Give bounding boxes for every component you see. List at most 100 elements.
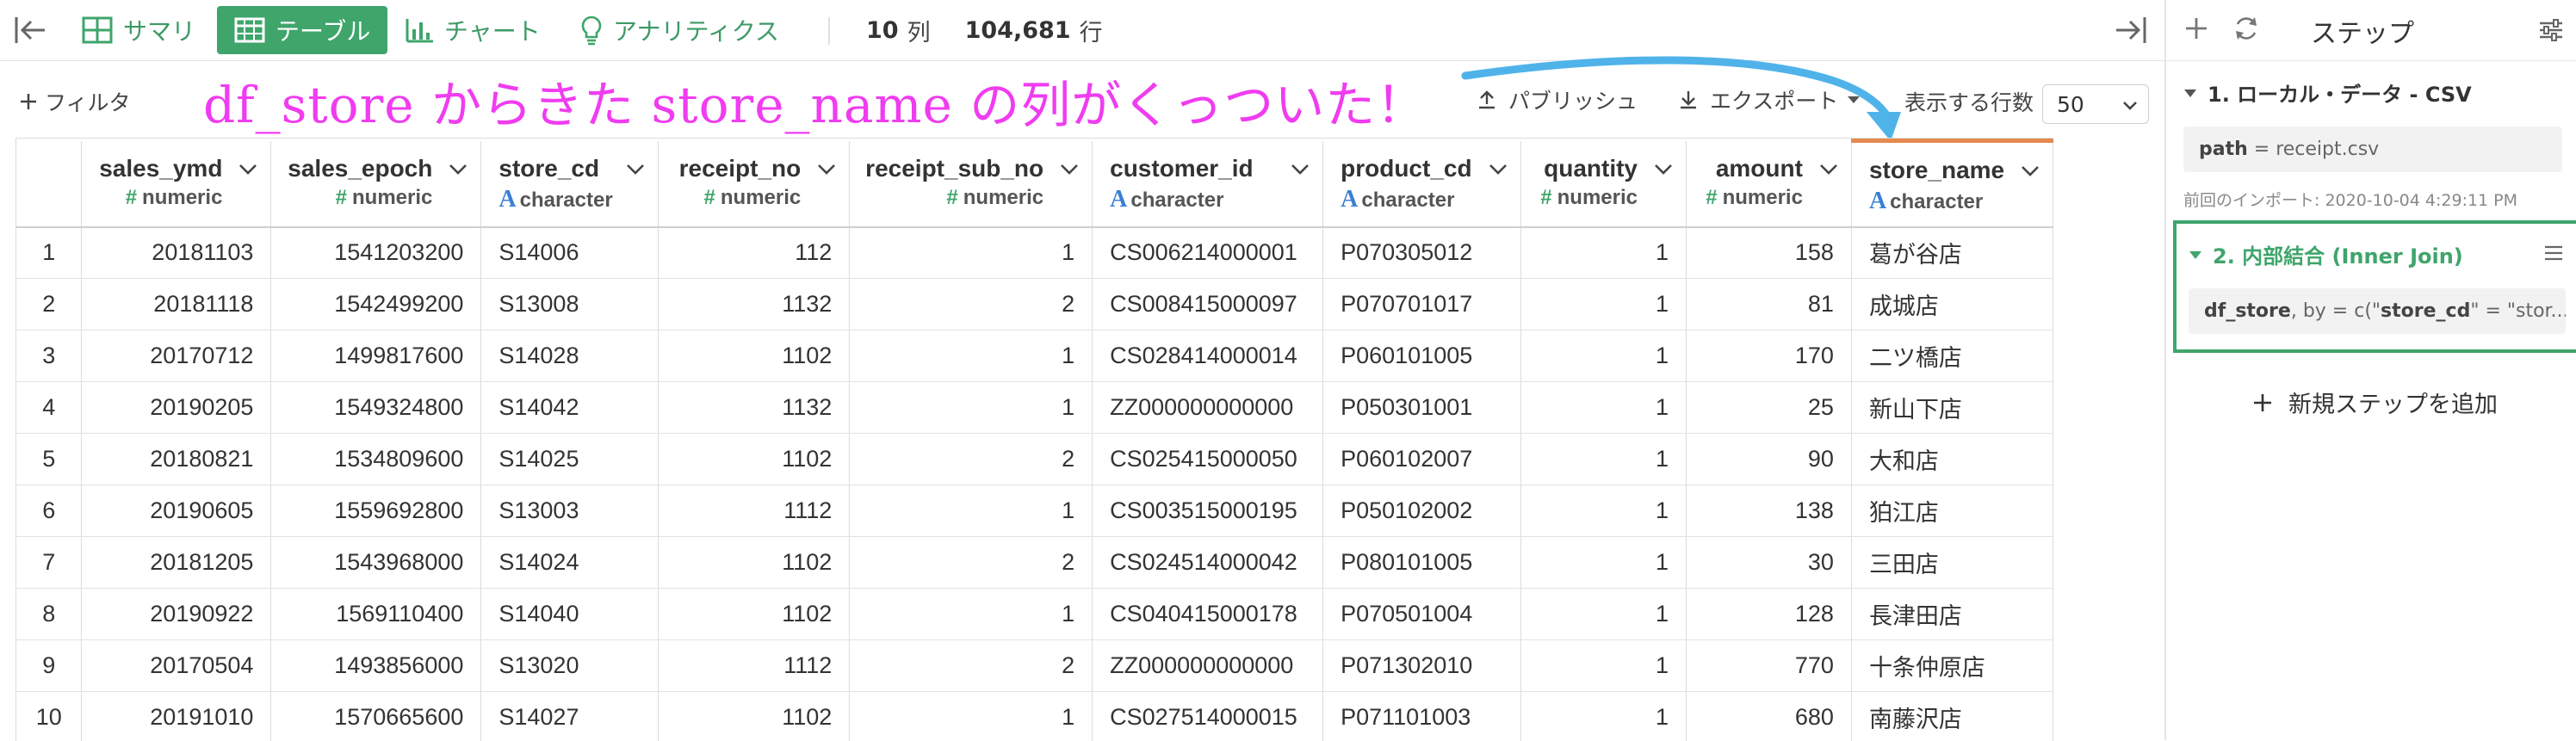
cell-customer-id[interactable]: CS003515000195 [1093, 485, 1323, 537]
cell-quantity[interactable]: 1 [1521, 382, 1687, 434]
cell-amount[interactable]: 158 [1687, 227, 1852, 279]
cell-receipt-sub-no[interactable]: 2 [850, 537, 1093, 589]
cell-customer-id[interactable]: CS028414000014 [1093, 330, 1323, 382]
cell-sales-ymd[interactable]: 20181205 [82, 537, 271, 589]
cell-customer-id[interactable]: CS024514000042 [1093, 537, 1323, 589]
column-menu-chevron-icon[interactable] [1818, 160, 1839, 177]
row-index[interactable]: 1 [16, 227, 82, 279]
cell-store-name[interactable]: 十条仲原店 [1851, 640, 2053, 692]
cell-product-cd[interactable]: P070701017 [1323, 279, 1521, 330]
rows-per-page-select[interactable]: 50 [2042, 84, 2149, 124]
step-2-card[interactable]: 2. 内部結合 (Inner Join) df_store, by = c("s… [2173, 220, 2576, 353]
column-menu-chevron-icon[interactable] [1653, 160, 1674, 177]
cell-store-cd[interactable]: S14024 [481, 537, 659, 589]
cell-amount[interactable]: 170 [1687, 330, 1852, 382]
cell-receipt-sub-no[interactable]: 1 [850, 330, 1093, 382]
cell-sales-epoch[interactable]: 1542499200 [271, 279, 481, 330]
column-header-customer-id[interactable]: customer_idAcharacter [1093, 141, 1323, 227]
cell-customer-id[interactable]: ZZ000000000000 [1093, 382, 1323, 434]
column-menu-chevron-icon[interactable] [1059, 160, 1080, 177]
cell-receipt-no[interactable]: 1102 [659, 330, 850, 382]
cell-quantity[interactable]: 1 [1521, 537, 1687, 589]
sliders-icon[interactable] [2538, 17, 2564, 43]
column-menu-chevron-icon[interactable] [1488, 160, 1508, 177]
cell-sales-ymd[interactable]: 20181118 [82, 279, 271, 330]
column-header-store-name[interactable]: store_nameAcharacter [1851, 141, 2053, 227]
cell-receipt-sub-no[interactable]: 1 [850, 589, 1093, 640]
cell-sales-epoch[interactable]: 1569110400 [271, 589, 481, 640]
cell-sales-ymd[interactable]: 20181103 [82, 227, 271, 279]
cell-receipt-sub-no[interactable]: 2 [850, 279, 1093, 330]
cell-sales-ymd[interactable]: 20191010 [82, 692, 271, 741]
cell-quantity[interactable]: 1 [1521, 692, 1687, 741]
cell-quantity[interactable]: 1 [1521, 227, 1687, 279]
cell-product-cd[interactable]: P060102007 [1323, 434, 1521, 485]
cell-receipt-no[interactable]: 1102 [659, 589, 850, 640]
cell-store-name[interactable]: 大和店 [1851, 434, 2053, 485]
cell-sales-epoch[interactable]: 1559692800 [271, 485, 481, 537]
cell-customer-id[interactable]: CS008415000097 [1093, 279, 1323, 330]
row-index[interactable]: 7 [16, 537, 82, 589]
expand-triangle-icon[interactable] [2183, 88, 2197, 98]
column-header-receipt-no[interactable]: receipt_no#numeric [659, 141, 850, 227]
cell-receipt-sub-no[interactable]: 2 [850, 434, 1093, 485]
cell-quantity[interactable]: 1 [1521, 589, 1687, 640]
cell-quantity[interactable]: 1 [1521, 434, 1687, 485]
row-index[interactable]: 2 [16, 279, 82, 330]
cell-receipt-no[interactable]: 1112 [659, 640, 850, 692]
cell-sales-ymd[interactable]: 20170712 [82, 330, 271, 382]
cell-receipt-sub-no[interactable]: 1 [850, 485, 1093, 537]
row-index[interactable]: 8 [16, 589, 82, 640]
column-menu-chevron-icon[interactable] [2020, 162, 2040, 179]
data-table-container[interactable]: sales_ymd#numericsales_epoch#numericstor… [15, 138, 2053, 741]
cell-receipt-no[interactable]: 1102 [659, 434, 850, 485]
cell-store-cd[interactable]: S13020 [481, 640, 659, 692]
cell-receipt-sub-no[interactable]: 1 [850, 227, 1093, 279]
cell-store-name[interactable]: 葛が谷店 [1851, 227, 2053, 279]
column-menu-chevron-icon[interactable] [238, 160, 258, 177]
cell-sales-ymd[interactable]: 20190922 [82, 589, 271, 640]
column-header-receipt-sub-no[interactable]: receipt_sub_no#numeric [850, 141, 1093, 227]
cell-receipt-sub-no[interactable]: 2 [850, 640, 1093, 692]
cell-receipt-no[interactable]: 1132 [659, 279, 850, 330]
cell-amount[interactable]: 770 [1687, 640, 1852, 692]
column-menu-chevron-icon[interactable] [625, 160, 646, 177]
tab-chart[interactable]: チャート [405, 0, 541, 60]
cell-store-cd[interactable]: S14025 [481, 434, 659, 485]
refresh-icon[interactable] [2232, 14, 2261, 43]
cell-store-cd[interactable]: S13003 [481, 485, 659, 537]
cell-product-cd[interactable]: P050301001 [1323, 382, 1521, 434]
cell-receipt-no[interactable]: 112 [659, 227, 850, 279]
cell-receipt-no[interactable]: 1102 [659, 537, 850, 589]
row-index[interactable]: 4 [16, 382, 82, 434]
cell-store-name[interactable]: 南藤沢店 [1851, 692, 2053, 741]
cell-amount[interactable]: 138 [1687, 485, 1852, 537]
expand-triangle-icon[interactable] [2189, 250, 2202, 260]
cell-sales-epoch[interactable]: 1570665600 [271, 692, 481, 741]
row-index[interactable]: 10 [16, 692, 82, 741]
cell-sales-epoch[interactable]: 1549324800 [271, 382, 481, 434]
cell-receipt-no[interactable]: 1112 [659, 485, 850, 537]
add-step-icon[interactable] [2183, 15, 2209, 41]
cell-store-cd[interactable]: S14042 [481, 382, 659, 434]
cell-store-cd[interactable]: S14027 [481, 692, 659, 741]
cell-customer-id[interactable]: CS025415000050 [1093, 434, 1323, 485]
tab-table[interactable]: テーブル [217, 6, 387, 54]
cell-receipt-sub-no[interactable]: 1 [850, 382, 1093, 434]
column-menu-chevron-icon[interactable] [816, 160, 837, 177]
cell-store-cd[interactable]: S14028 [481, 330, 659, 382]
cell-customer-id[interactable]: CS040415000178 [1093, 589, 1323, 640]
cell-amount[interactable]: 30 [1687, 537, 1852, 589]
column-header-amount[interactable]: amount#numeric [1687, 141, 1852, 227]
cell-product-cd[interactable]: P071101003 [1323, 692, 1521, 741]
cell-customer-id[interactable]: CS027514000015 [1093, 692, 1323, 741]
tab-summary[interactable]: サマリ [82, 0, 195, 60]
cell-sales-epoch[interactable]: 1499817600 [271, 330, 481, 382]
cell-product-cd[interactable]: P080101005 [1323, 537, 1521, 589]
row-index[interactable]: 3 [16, 330, 82, 382]
cell-product-cd[interactable]: P070501004 [1323, 589, 1521, 640]
cell-amount[interactable]: 81 [1687, 279, 1852, 330]
cell-quantity[interactable]: 1 [1521, 485, 1687, 537]
column-menu-chevron-icon[interactable] [448, 160, 468, 177]
cell-sales-ymd[interactable]: 20170504 [82, 640, 271, 692]
